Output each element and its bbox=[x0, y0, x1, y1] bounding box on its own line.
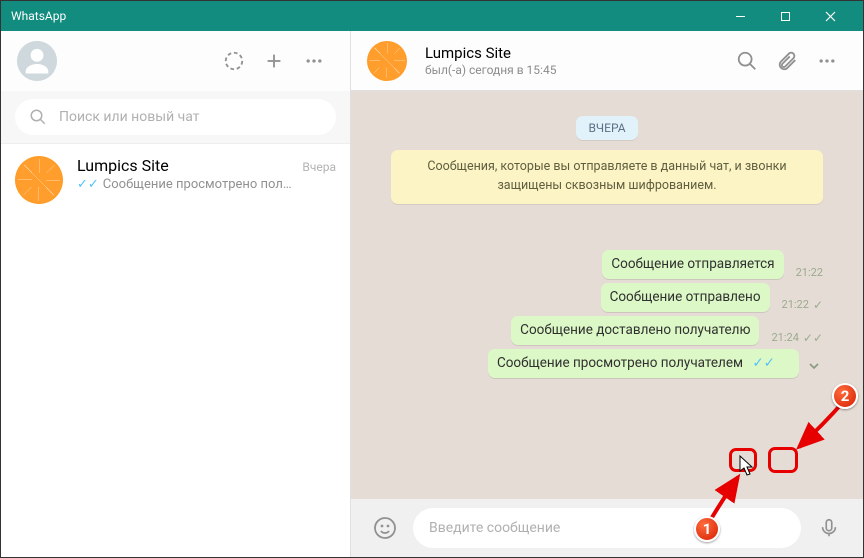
message-text: Сообщение отправлено bbox=[610, 289, 761, 305]
chat-item-time: Вчера bbox=[302, 160, 336, 174]
message-text: Сообщение просмотрено получателем bbox=[497, 355, 743, 371]
search-row bbox=[1, 91, 350, 144]
message-bubble[interactable]: Сообщение доставлено получателю bbox=[511, 316, 759, 345]
chat-header: Lumpics Site был(-а) сегодня в 15:45 bbox=[351, 31, 863, 91]
messages-area: ВЧЕРА Сообщения, которые вы отправляете … bbox=[351, 91, 863, 499]
encryption-notice: Сообщения, которые вы отправляете в данн… bbox=[391, 150, 823, 204]
chat-item-name: Lumpics Site bbox=[77, 156, 169, 175]
read-ticks-icon: ✓✓ bbox=[752, 355, 775, 371]
day-separator: ВЧЕРА bbox=[391, 117, 823, 136]
attach-icon[interactable] bbox=[767, 41, 807, 81]
message-row: Сообщение доставлено получателю 21:24✓✓ bbox=[391, 316, 823, 345]
status-icon[interactable] bbox=[214, 41, 254, 81]
menu-icon[interactable] bbox=[294, 41, 334, 81]
chat-header-name: Lumpics Site bbox=[425, 44, 727, 62]
message-meta: 21:24✓✓ bbox=[771, 331, 823, 345]
chat-list-item[interactable]: Lumpics Site Вчера ✓✓ Сообщение просмотр… bbox=[1, 144, 350, 216]
minimize-button[interactable] bbox=[718, 11, 763, 22]
app-window: WhatsApp bbox=[0, 0, 864, 558]
chat-avatar bbox=[15, 156, 63, 204]
message-bubble[interactable]: Сообщение отправлено bbox=[601, 283, 770, 312]
message-row: Сообщение отправляется 21:22 bbox=[391, 250, 823, 279]
message-bubble[interactable]: Сообщение отправляется bbox=[602, 250, 783, 279]
emoji-icon[interactable] bbox=[365, 508, 405, 548]
single-tick-icon: ✓ bbox=[813, 298, 823, 312]
message-menu-chevron-icon[interactable] bbox=[805, 358, 823, 378]
message-text: Сообщение доставлено получателю bbox=[520, 322, 750, 338]
double-tick-icon: ✓✓ bbox=[803, 331, 823, 345]
app-body: Lumpics Site Вчера ✓✓ Сообщение просмотр… bbox=[1, 31, 863, 557]
titlebar: WhatsApp bbox=[1, 1, 863, 31]
message-text: Сообщение отправляется bbox=[611, 256, 774, 272]
chat-header-avatar[interactable] bbox=[367, 41, 407, 81]
search-icon bbox=[29, 108, 47, 126]
sidebar-header bbox=[1, 31, 350, 91]
mic-icon[interactable] bbox=[809, 508, 849, 548]
new-chat-icon[interactable] bbox=[254, 41, 294, 81]
chat-menu-icon[interactable] bbox=[807, 41, 847, 81]
search-in-chat-icon[interactable] bbox=[727, 41, 767, 81]
read-ticks-icon: ✓✓ bbox=[77, 177, 99, 192]
message-meta: 21:22 bbox=[796, 266, 823, 279]
close-button[interactable] bbox=[808, 11, 853, 22]
search-box[interactable] bbox=[15, 99, 336, 135]
chat-list: Lumpics Site Вчера ✓✓ Сообщение просмотр… bbox=[1, 144, 350, 557]
message-meta: 21:22✓ bbox=[782, 298, 823, 312]
message-row: Сообщение отправлено 21:22✓ bbox=[391, 283, 823, 312]
window-title: WhatsApp bbox=[11, 9, 718, 23]
message-input[interactable] bbox=[429, 520, 785, 536]
message-bubble[interactable]: Сообщение просмотрено получателем ✓✓ bbox=[488, 349, 799, 378]
message-input-wrapper[interactable] bbox=[413, 508, 801, 548]
chat-header-info[interactable]: Lumpics Site был(-а) сегодня в 15:45 bbox=[425, 44, 727, 77]
search-input[interactable] bbox=[59, 109, 322, 125]
message-row: Сообщение просмотрено получателем ✓✓ bbox=[391, 349, 823, 378]
chat-pane: Lumpics Site был(-а) сегодня в 15:45 ВЧЕ… bbox=[351, 31, 863, 557]
maximize-button[interactable] bbox=[763, 11, 808, 22]
chat-item-preview: Сообщение просмотрено пол… bbox=[103, 177, 292, 192]
my-avatar[interactable] bbox=[17, 41, 57, 81]
sidebar: Lumpics Site Вчера ✓✓ Сообщение просмотр… bbox=[1, 31, 351, 557]
chat-header-status: был(-а) сегодня в 15:45 bbox=[425, 63, 727, 77]
chat-item-body: Lumpics Site Вчера ✓✓ Сообщение просмотр… bbox=[77, 156, 336, 204]
input-bar bbox=[351, 499, 863, 557]
